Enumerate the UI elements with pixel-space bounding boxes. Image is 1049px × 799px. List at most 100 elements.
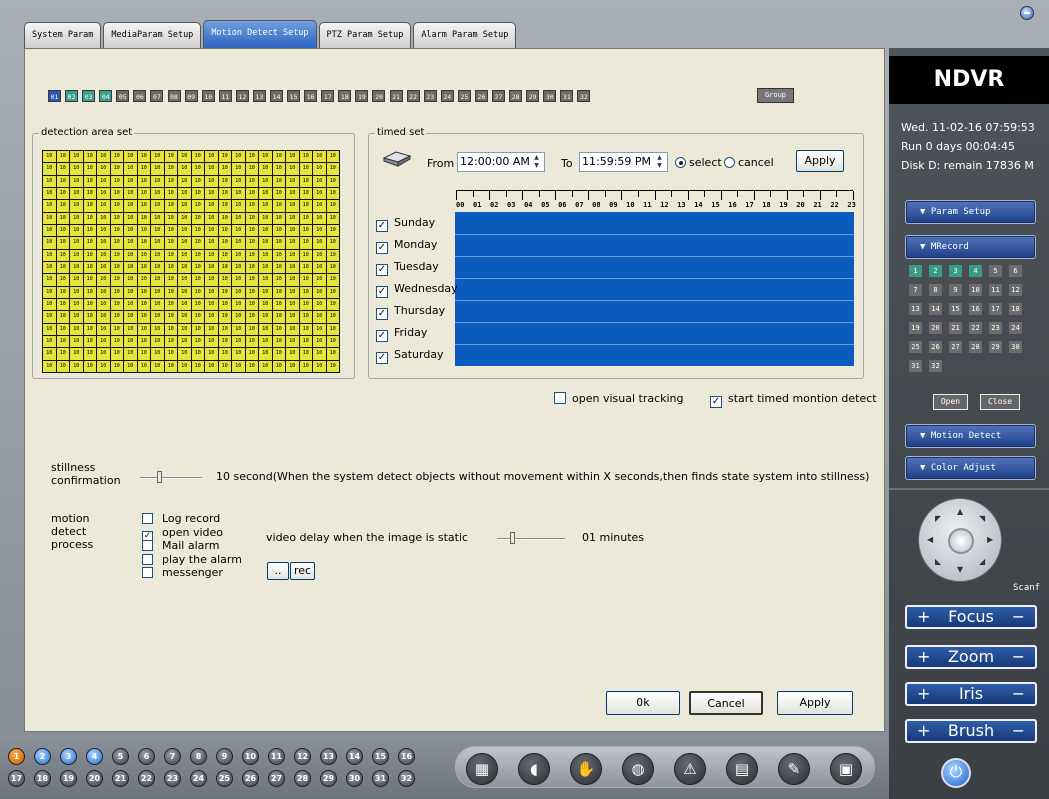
channel-button[interactable]: 03 — [82, 90, 96, 102]
select-radio[interactable]: select — [675, 156, 722, 169]
visual-tracking-checkbox[interactable]: open visual tracking — [554, 392, 684, 405]
grid-cell[interactable]: 10 — [286, 237, 299, 249]
brush-plus-button[interactable]: + — [917, 721, 930, 741]
grid-cell[interactable]: 10 — [124, 151, 137, 163]
channel-circle-button[interactable]: 21 — [112, 770, 129, 787]
channel-button[interactable]: 29 — [526, 90, 540, 102]
detection-grid[interactable]: 10 10 10 10 10 10 10 10 10 10 10 10 10 10 10 10 10 10 10 10… — [42, 150, 340, 373]
channel-button[interactable]: 05 — [116, 90, 130, 102]
channel-button[interactable]: 18 — [338, 90, 352, 102]
grid-cell[interactable]: 10 — [97, 360, 110, 372]
grid-cell[interactable]: 10 — [70, 348, 83, 360]
grid-cell[interactable]: 10 — [178, 298, 191, 311]
focus-plus-button[interactable]: + — [917, 607, 930, 627]
from-time-input[interactable]: 12:00:00 AM ▲ ▼ — [457, 152, 545, 172]
grid-cell[interactable]: 10 — [97, 151, 110, 163]
grid-cell[interactable]: 10 — [83, 200, 96, 212]
grid-cell[interactable]: 10 — [245, 274, 258, 286]
record-channel-button[interactable]: 20 — [929, 322, 942, 334]
grid-cell[interactable]: 10 — [56, 323, 69, 335]
tab-alarm-param-setup[interactable]: Alarm Param Setup — [413, 22, 517, 48]
grid-cell[interactable]: 10 — [259, 298, 272, 311]
grid-cell[interactable]: 10 — [83, 237, 96, 249]
grid-cell[interactable]: 10 — [151, 249, 164, 261]
grid-cell[interactable]: 10 — [137, 335, 150, 348]
grid-cell[interactable]: 10 — [70, 311, 83, 323]
grid-cell[interactable]: 10 — [124, 335, 137, 348]
grid-cell[interactable]: 10 — [97, 274, 110, 286]
grid-cell[interactable]: 10 — [164, 360, 177, 372]
grid-cell[interactable]: 10 — [245, 335, 258, 348]
grid-cell[interactable]: 10 — [70, 237, 83, 249]
grid-cell[interactable]: 10 — [164, 335, 177, 348]
grid-cell[interactable]: 10 — [97, 200, 110, 212]
ptz-control[interactable]: ▲ ▼ ◀ ▶ ◤ ◥ ◣ ◢ — [918, 498, 1002, 582]
grid-cell[interactable]: 10 — [313, 298, 326, 311]
grid-cell[interactable]: 10 — [326, 224, 339, 237]
grid-cell[interactable]: 10 — [151, 348, 164, 360]
channel-button[interactable]: 08 — [167, 90, 181, 102]
grid-cell[interactable]: 10 — [313, 335, 326, 348]
channel-button[interactable]: 30 — [543, 90, 557, 102]
ptz-upright-icon[interactable]: ◥ — [979, 514, 985, 523]
grid-cell[interactable]: 10 — [259, 286, 272, 298]
record-channel-button[interactable]: 25 — [909, 341, 922, 353]
grid-cell[interactable]: 10 — [245, 261, 258, 274]
grid-cell[interactable]: 10 — [137, 212, 150, 224]
grid-cell[interactable]: 10 — [151, 298, 164, 311]
color-adjust-button[interactable]: ▼ Color Adjust — [905, 456, 1036, 480]
grid-cell[interactable]: 10 — [83, 298, 96, 311]
grid-cell[interactable]: 10 — [232, 175, 245, 187]
grid-cell[interactable]: 10 — [326, 335, 339, 348]
grid-cell[interactable]: 10 — [97, 212, 110, 224]
grid-cell[interactable]: 10 — [43, 200, 56, 212]
grid-cell[interactable]: 10 — [164, 163, 177, 175]
grid-cell[interactable]: 10 — [124, 175, 137, 187]
grid-cell[interactable]: 10 — [164, 348, 177, 360]
grid-cell[interactable]: 10 — [299, 163, 312, 175]
grid-cell[interactable]: 10 — [43, 151, 56, 163]
channel-button[interactable]: 07 — [150, 90, 164, 102]
channel-circle-button[interactable]: 27 — [268, 770, 285, 787]
iris-plus-button[interactable]: + — [917, 684, 930, 704]
channel-circle-button[interactable]: 31 — [372, 770, 389, 787]
rec-button[interactable]: rec — [290, 562, 315, 580]
record-channel-button[interactable]: 8 — [929, 284, 942, 296]
grid-cell[interactable]: 10 — [272, 200, 285, 212]
grid-cell[interactable]: 10 — [245, 224, 258, 237]
grid-cell[interactable]: 10 — [124, 163, 137, 175]
grid-cell[interactable]: 10 — [272, 175, 285, 187]
grid-cell[interactable]: 10 — [299, 261, 312, 274]
grid-cell[interactable]: 10 — [259, 249, 272, 261]
grid-cell[interactable]: 10 — [97, 335, 110, 348]
grid-cell[interactable]: 10 — [164, 311, 177, 323]
grid-cell[interactable]: 10 — [272, 323, 285, 335]
channel-button[interactable]: 09 — [184, 90, 198, 102]
grid-cell[interactable]: 10 — [232, 187, 245, 200]
grid-cell[interactable]: 10 — [259, 200, 272, 212]
grid-cell[interactable]: 10 — [164, 187, 177, 200]
grid-cell[interactable]: 10 — [326, 249, 339, 261]
grid-cell[interactable]: 10 — [178, 348, 191, 360]
grid-cell[interactable]: 10 — [205, 323, 218, 335]
grid-cell[interactable]: 10 — [299, 286, 312, 298]
warning-icon[interactable]: ⚠ — [674, 753, 706, 785]
grid-cell[interactable]: 10 — [272, 298, 285, 311]
channel-button[interactable]: 15 — [287, 90, 301, 102]
grid-cell[interactable]: 10 — [56, 298, 69, 311]
grid-cell[interactable]: 10 — [218, 348, 231, 360]
grid-cell[interactable]: 10 — [205, 151, 218, 163]
grid-cell[interactable]: 10 — [43, 249, 56, 261]
grid-cell[interactable]: 10 — [83, 360, 96, 372]
channel-button[interactable]: 28 — [509, 90, 523, 102]
grid-cell[interactable]: 10 — [205, 163, 218, 175]
grid-cell[interactable]: 10 — [326, 212, 339, 224]
grid-cell[interactable]: 10 — [191, 286, 204, 298]
channel-button[interactable]: 14 — [270, 90, 284, 102]
grid-cell[interactable]: 10 — [97, 249, 110, 261]
grid-cell[interactable]: 10 — [191, 274, 204, 286]
grid-cell[interactable]: 10 — [43, 274, 56, 286]
channel-circle-button[interactable]: 10 — [242, 748, 259, 765]
grid-cell[interactable]: 10 — [218, 212, 231, 224]
grid-cell[interactable]: 10 — [259, 348, 272, 360]
